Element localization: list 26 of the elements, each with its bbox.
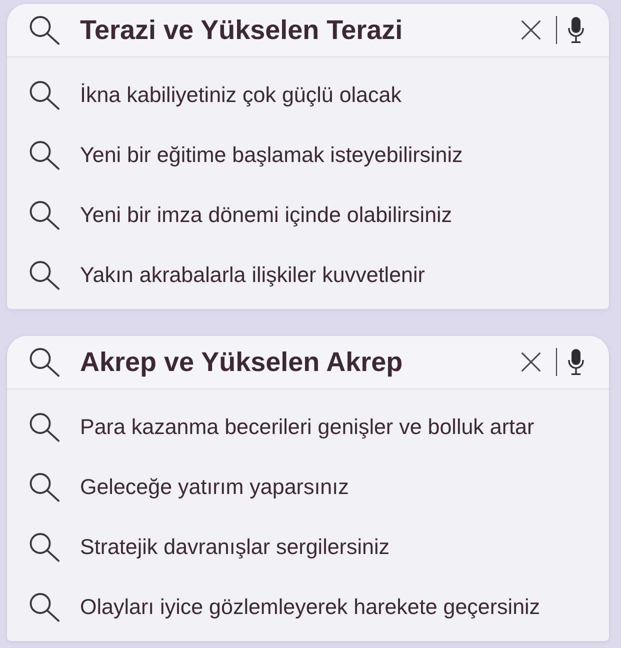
- search-bar[interactable]: Akrep ve Yükselen Akrep: [7, 336, 609, 390]
- search-icon: [29, 472, 60, 502]
- microphone-icon[interactable]: [568, 349, 584, 375]
- search-input[interactable]: Akrep ve Yükselen Akrep: [80, 344, 510, 380]
- suggestion-item[interactable]: Olayları iyice gözlemleyerek harekete geçersiniz: [80, 594, 540, 620]
- search-icon: [29, 200, 60, 230]
- search-icon: [29, 140, 60, 170]
- clear-icon[interactable]: [520, 20, 540, 40]
- search-icon: [29, 260, 60, 290]
- suggestion-item[interactable]: Yakın akrabalarla ilişkiler kuvvetlenir: [80, 262, 425, 288]
- search-icon: [29, 412, 60, 442]
- search-icon: [29, 532, 60, 562]
- suggestion-item[interactable]: Stratejik davranışlar sergilersiniz: [80, 534, 390, 560]
- microphone-icon[interactable]: [568, 17, 584, 43]
- search-icon: [29, 80, 60, 110]
- search-icon: [29, 592, 60, 622]
- suggestion-item[interactable]: Geleceğe yatırım yaparsınız: [80, 474, 349, 500]
- clear-icon[interactable]: [520, 352, 540, 372]
- suggestion-item[interactable]: İkna kabiliyetiniz çok güçlü olacak: [80, 82, 402, 108]
- search-input[interactable]: Terazi ve Yükselen Terazi: [80, 12, 510, 48]
- suggestion-item[interactable]: Para kazanma becerileri genişler ve bolluk artar: [80, 414, 534, 440]
- search-bar[interactable]: Terazi ve Yükselen Terazi: [7, 4, 609, 58]
- search-icon: [29, 16, 60, 44]
- suggestion-item[interactable]: Yeni bir imza dönemi içinde olabilirsiniz: [80, 202, 452, 228]
- suggestion-item[interactable]: Yeni bir eğitime başlamak isteyebilirsiniz: [80, 142, 463, 168]
- search-icon: [29, 348, 60, 376]
